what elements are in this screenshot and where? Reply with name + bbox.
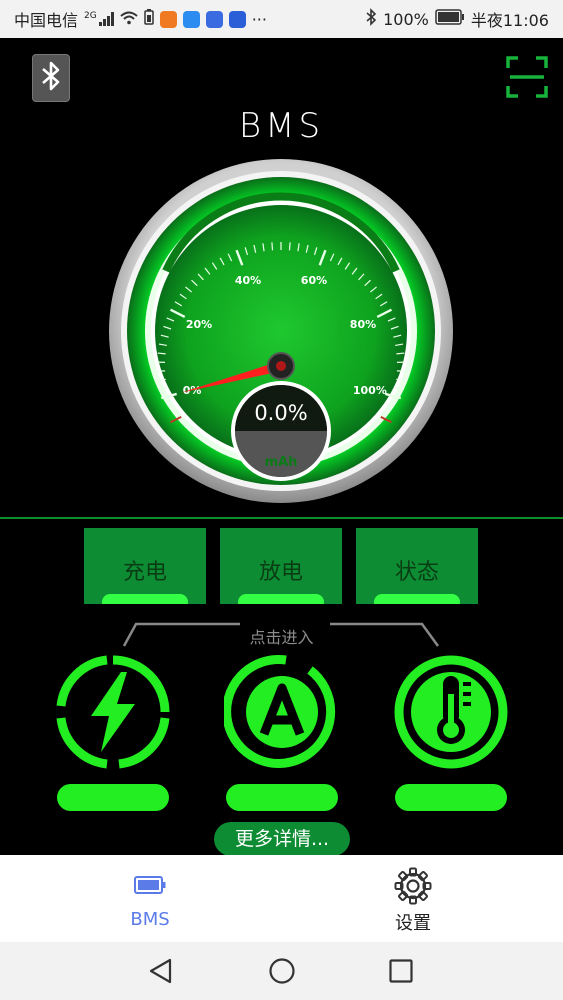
recents-icon[interactable] xyxy=(389,959,413,983)
page-title: BMS xyxy=(238,106,325,146)
status-bar: 中国电信 2G ··· 100% 半夜11:06 xyxy=(0,0,563,38)
tab-status[interactable]: 状态 xyxy=(356,528,478,604)
enter-label: 点击进入 xyxy=(249,628,314,647)
needle-hub-center xyxy=(276,361,286,371)
bluetooth-status-icon xyxy=(365,8,377,30)
thermometer-icon xyxy=(394,655,508,769)
scan-icon xyxy=(506,56,548,102)
back-icon[interactable] xyxy=(148,958,174,984)
main-area: BMS 0%20%40%60%80%100% xyxy=(0,38,563,856)
temperature-value-pill xyxy=(395,784,507,811)
tab-charge-label: 充电 xyxy=(122,560,167,585)
tick-label: 60% xyxy=(301,274,327,287)
tab-discharge-label: 放电 xyxy=(258,560,303,585)
minor-tick xyxy=(288,242,291,251)
tick-label: 100% xyxy=(353,384,387,397)
tab-discharge-indicator xyxy=(238,594,324,604)
tab-status-label: 状态 xyxy=(394,560,439,585)
battery-gauge: 0%20%40%60%80%100% 0.0% mAh xyxy=(109,159,453,503)
tab-charge-indicator xyxy=(102,594,188,604)
minor-tick xyxy=(271,242,274,251)
network-type-label: 2G xyxy=(84,11,97,21)
charge-feature-button[interactable] xyxy=(55,654,171,770)
minor-tick xyxy=(396,352,405,355)
bulb-app-icon xyxy=(228,10,246,28)
signal-icon xyxy=(98,12,114,26)
more-details-button[interactable]: 更多详情... xyxy=(214,822,350,856)
battery-icon xyxy=(134,876,166,894)
temperature-feature-button[interactable] xyxy=(393,654,509,770)
nav-label-settings: 设置 xyxy=(395,913,431,934)
section-divider xyxy=(0,517,563,519)
charge-value-pill xyxy=(57,784,169,811)
tab-charge[interactable]: 充电 xyxy=(84,528,206,604)
ampere-icon xyxy=(222,654,336,768)
nav-label-bms: BMS xyxy=(130,909,170,930)
system-nav-bar xyxy=(0,942,563,1000)
battery-icon-status xyxy=(435,9,465,29)
current-value-pill xyxy=(226,784,338,811)
minor-tick xyxy=(157,352,166,355)
bluetooth-icon xyxy=(40,59,62,97)
home-icon[interactable] xyxy=(268,957,296,985)
carrier-label: 中国电信 xyxy=(14,11,79,30)
wifi-icon xyxy=(120,10,138,29)
tab-status-indicator xyxy=(374,594,460,604)
tick-label: 20% xyxy=(186,318,212,331)
music-app-icon xyxy=(205,10,223,28)
mode-tabs: 充电 放电 状态 xyxy=(0,528,563,604)
lightning-icon xyxy=(56,655,170,769)
video-app-icon xyxy=(159,10,177,28)
tab-discharge[interactable]: 放电 xyxy=(220,528,342,604)
nav-item-settings[interactable]: 设置 xyxy=(343,855,483,942)
bottom-nav: BMS 设置 xyxy=(0,855,563,942)
battery-percent: 100% xyxy=(383,9,429,29)
cloud-app-icon xyxy=(182,10,200,28)
scan-button[interactable] xyxy=(506,56,548,98)
clock: 半夜11:06 xyxy=(470,11,549,30)
bluetooth-button[interactable] xyxy=(32,54,70,102)
gauge-value: 0.0% xyxy=(254,401,307,425)
nav-item-bms[interactable]: BMS xyxy=(80,855,220,942)
more-notifications-icon: ··· xyxy=(251,9,267,29)
current-feature-button[interactable] xyxy=(222,654,340,770)
tick-label: 40% xyxy=(235,274,261,287)
battery-saver-icon xyxy=(143,9,154,29)
gauge-unit: mAh xyxy=(265,455,298,470)
gear-icon xyxy=(394,867,432,905)
tick-label: 80% xyxy=(350,318,376,331)
